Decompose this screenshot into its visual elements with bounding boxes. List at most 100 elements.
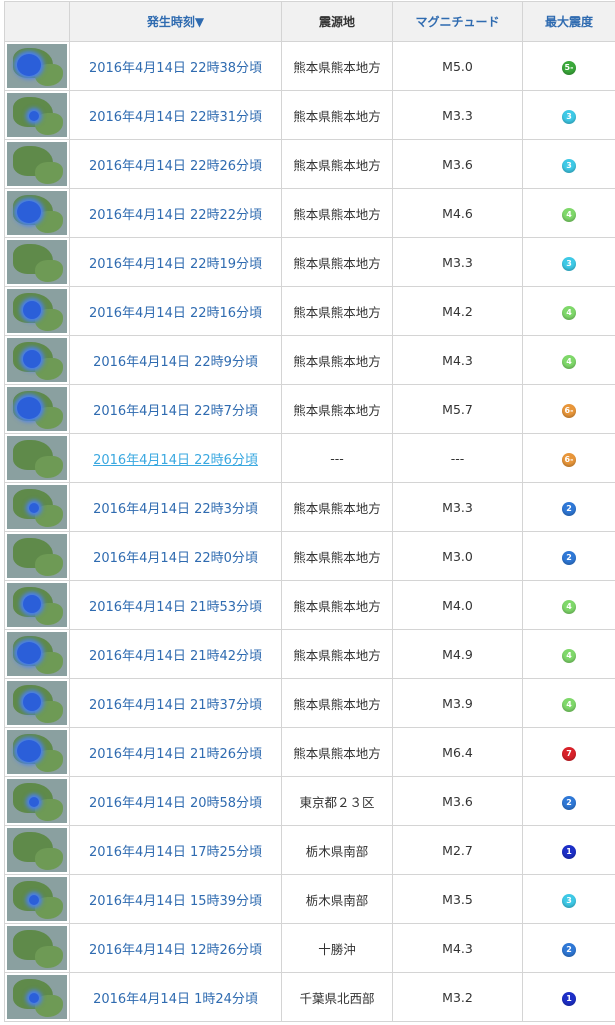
map-thumbnail-cell[interactable] [5,875,70,924]
intensity-cell: 2 [523,532,615,581]
magnitude-cell: M2.7 [393,826,523,875]
map-thumbnail[interactable] [7,289,67,333]
map-thumbnail-cell[interactable] [5,238,70,287]
quake-time-link[interactable]: 2016年4月14日 21時26分頃 [89,747,262,762]
time-cell: 2016年4月14日 12時26分頃 [70,924,282,973]
map-thumbnail-cell[interactable] [5,42,70,91]
map-thumbnail[interactable] [7,534,67,578]
map-thumbnail-cell[interactable] [5,483,70,532]
map-thumbnail-cell[interactable] [5,826,70,875]
quake-time-link[interactable]: 2016年4月14日 22時31分頃 [89,110,262,125]
map-thumbnail[interactable] [7,877,67,921]
header-magnitude-sort[interactable]: マグニチュード [393,2,523,42]
map-thumbnail[interactable] [7,632,67,676]
intensity-badge: 4 [562,600,576,614]
map-thumbnail-cell[interactable] [5,924,70,973]
map-thumbnail[interactable] [7,485,67,529]
map-thumbnail-cell[interactable] [5,630,70,679]
map-thumbnail[interactable] [7,926,67,970]
epicenter-cell: 栃木県南部 [282,826,393,875]
quake-time-link[interactable]: 2016年4月14日 22時16分頃 [89,306,262,321]
quake-time-link[interactable]: 2016年4月14日 22時38分頃 [89,61,262,76]
map-thumbnail[interactable] [7,583,67,627]
map-thumbnail[interactable] [7,828,67,872]
map-thumbnail-cell[interactable] [5,434,70,483]
map-thumbnail[interactable] [7,191,67,235]
intensity-badge: 2 [562,502,576,516]
header-intensity-sort[interactable]: 最大震度 [523,2,615,42]
intensity-cell: 3 [523,875,615,924]
table-row: 2016年4月14日 22時22分頃熊本県熊本地方M4.64 [5,189,615,238]
epicenter-cell: 熊本県熊本地方 [282,483,393,532]
map-thumbnail-cell[interactable] [5,532,70,581]
magnitude-cell: M4.2 [393,287,523,336]
intensity-cell: 4 [523,581,615,630]
quake-time-link[interactable]: 2016年4月14日 21時37分頃 [89,698,262,713]
map-thumbnail-cell[interactable] [5,385,70,434]
magnitude-cell: M3.2 [393,973,523,1022]
map-thumbnail[interactable] [7,436,67,480]
map-thumbnail[interactable] [7,240,67,284]
quake-time-link[interactable]: 2016年4月14日 1時24分頃 [93,992,258,1007]
map-thumbnail-cell[interactable] [5,140,70,189]
map-thumbnail[interactable] [7,93,67,137]
quake-time-link[interactable]: 2016年4月14日 20時58分頃 [89,796,262,811]
epicenter-cell: 熊本県熊本地方 [282,336,393,385]
intensity-cell: 2 [523,777,615,826]
time-cell: 2016年4月14日 22時3分頃 [70,483,282,532]
intensity-cell: 7 [523,728,615,777]
time-cell: 2016年4月14日 21時37分頃 [70,679,282,728]
quake-time-link[interactable]: 2016年4月14日 21時53分頃 [89,600,262,615]
header-epicenter: 震源地 [282,2,393,42]
map-thumbnail-cell[interactable] [5,189,70,238]
epicenter-cell: 熊本県熊本地方 [282,189,393,238]
map-thumbnail-cell[interactable] [5,679,70,728]
table-row: 2016年4月14日 21時37分頃熊本県熊本地方M3.94 [5,679,615,728]
quake-time-link[interactable]: 2016年4月14日 22時3分頃 [93,502,258,517]
epicenter-cell: 熊本県熊本地方 [282,238,393,287]
map-thumbnail-cell[interactable] [5,777,70,826]
quake-time-link[interactable]: 2016年4月14日 22時6分頃 [93,453,258,468]
map-thumbnail[interactable] [7,142,67,186]
magnitude-cell: M3.0 [393,532,523,581]
intensity-cell: 1 [523,826,615,875]
epicenter-cell: 熊本県熊本地方 [282,532,393,581]
magnitude-cell: M3.3 [393,91,523,140]
epicenter-cell: 熊本県熊本地方 [282,140,393,189]
quake-time-link[interactable]: 2016年4月14日 22時26分頃 [89,159,262,174]
table-row: 2016年4月14日 21時42分頃熊本県熊本地方M4.94 [5,630,615,679]
intensity-badge: 1 [562,845,576,859]
quake-time-link[interactable]: 2016年4月14日 15時39分頃 [89,894,262,909]
time-cell: 2016年4月14日 21時26分頃 [70,728,282,777]
map-thumbnail[interactable] [7,730,67,774]
quake-time-link[interactable]: 2016年4月14日 12時26分頃 [89,943,262,958]
header-time-sort[interactable]: 発生時刻▼ [70,2,282,42]
intensity-badge: 2 [562,943,576,957]
quake-time-link[interactable]: 2016年4月14日 21時42分頃 [89,649,262,664]
map-thumbnail-cell[interactable] [5,581,70,630]
map-thumbnail-cell[interactable] [5,728,70,777]
intensity-badge: 3 [562,257,576,271]
map-thumbnail[interactable] [7,387,67,431]
quake-time-link[interactable]: 2016年4月14日 22時0分頃 [93,551,258,566]
epicenter-cell: 十勝沖 [282,924,393,973]
map-thumbnail[interactable] [7,44,67,88]
quake-time-link[interactable]: 2016年4月14日 17時25分頃 [89,845,262,860]
map-thumbnail[interactable] [7,681,67,725]
map-thumbnail-cell[interactable] [5,287,70,336]
quake-time-link[interactable]: 2016年4月14日 22時22分頃 [89,208,262,223]
time-cell: 2016年4月14日 22時31分頃 [70,91,282,140]
map-thumbnail-cell[interactable] [5,91,70,140]
map-thumbnail-cell[interactable] [5,336,70,385]
intensity-cell: 3 [523,140,615,189]
map-thumbnail[interactable] [7,779,67,823]
quake-time-link[interactable]: 2016年4月14日 22時7分頃 [93,404,258,419]
table-row: 2016年4月14日 22時31分頃熊本県熊本地方M3.33 [5,91,615,140]
quake-time-link[interactable]: 2016年4月14日 22時19分頃 [89,257,262,272]
map-thumbnail[interactable] [7,975,67,1019]
time-cell: 2016年4月14日 21時42分頃 [70,630,282,679]
map-thumbnail-cell[interactable] [5,973,70,1022]
magnitude-cell: M6.4 [393,728,523,777]
quake-time-link[interactable]: 2016年4月14日 22時9分頃 [93,355,258,370]
map-thumbnail[interactable] [7,338,67,382]
